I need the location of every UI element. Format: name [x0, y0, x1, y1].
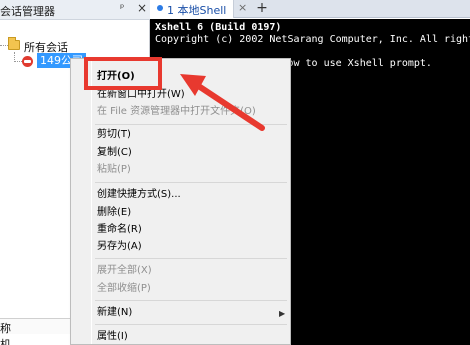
close-icon[interactable]: ×	[137, 1, 147, 15]
menu-separator	[95, 258, 287, 259]
panel-header: 会话管理器 ᵖ ×	[0, 0, 150, 20]
menu-item-delete[interactable]: 删除(E)	[97, 204, 287, 221]
menu-item-properties[interactable]: 属性(I)	[97, 328, 287, 345]
menu-item-new[interactable]: 新建(N)	[97, 304, 287, 321]
menu-separator	[95, 124, 287, 125]
column-header-name: 称	[0, 322, 11, 335]
tab-bar: 1 本地Shell × +	[150, 0, 470, 18]
menu-item-copy[interactable]: 复制(C)	[97, 144, 287, 161]
tree-connector	[14, 61, 22, 62]
menu-separator	[95, 182, 287, 183]
menu-item-save-as[interactable]: 另存为(A)	[97, 238, 287, 255]
new-tab-button[interactable]: +	[254, 0, 270, 18]
submenu-arrow-icon: ▶	[279, 309, 286, 318]
properties-row: 机	[0, 338, 11, 345]
tab-local-shell[interactable]: 1 本地Shell	[150, 0, 234, 18]
terminal-line: Copyright (c) 2002 NetSarang Computer, I…	[155, 34, 470, 45]
menu-separator	[95, 324, 287, 325]
tree-item-all-sessions[interactable]: 所有会话	[0, 37, 100, 54]
tab-label: 1 本地Shell	[167, 4, 227, 17]
tree-connector	[0, 45, 8, 46]
tab-close-icon[interactable]: ×	[238, 1, 247, 14]
folder-icon	[8, 37, 20, 50]
menu-gutter	[91, 59, 92, 344]
menu-item-open[interactable]: 打开(O)	[97, 68, 287, 85]
menu-item-open-in-explorer[interactable]: 在 File 资源管理器中打开文件夹(O)	[97, 103, 287, 120]
pin-icon[interactable]: ᵖ	[120, 3, 124, 14]
terminal-line: Xshell 6 (Build 0197)	[155, 22, 282, 33]
menu-separator	[95, 300, 287, 301]
menu-item-open-new-window[interactable]: 在新窗口中打开(W)	[97, 86, 287, 103]
menu-item-rename[interactable]: 重命名(R)	[97, 221, 287, 238]
panel-title: 会话管理器	[0, 5, 55, 18]
menu-item-expand-all[interactable]: 展开全部(X)	[97, 262, 287, 279]
menu-item-create-shortcut[interactable]: 创建快捷方式(S)...	[97, 186, 287, 203]
menu-item-collapse-all[interactable]: 全部收缩(P)	[97, 280, 287, 297]
context-menu: 打开(O) 在新窗口中打开(W) 在 File 资源管理器中打开文件夹(O) 剪…	[70, 58, 291, 345]
menu-item-paste[interactable]: 粘贴(P)	[97, 161, 287, 178]
menu-item-cut[interactable]: 剪切(T)	[97, 126, 287, 143]
session-icon	[22, 56, 33, 67]
status-dot-icon	[157, 5, 163, 11]
